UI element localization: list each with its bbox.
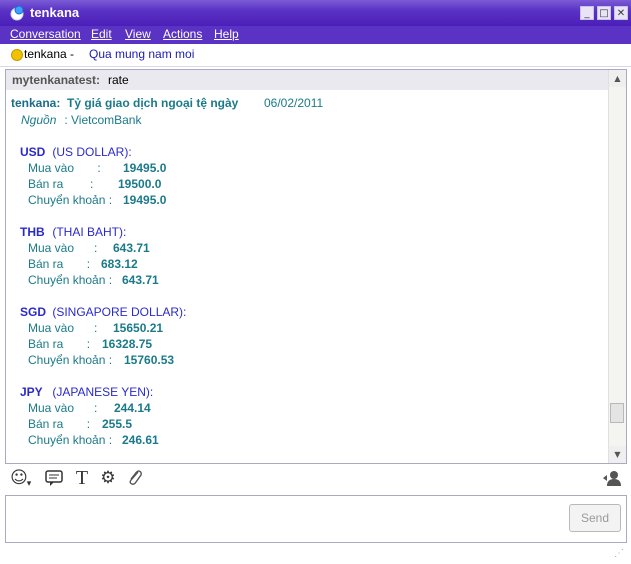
buy-value: 19495.0 <box>123 161 167 175</box>
app-icon <box>10 5 24 21</box>
buy-value: 244.14 <box>114 401 151 415</box>
transfer-label: Chuyển khoản : <box>28 433 113 447</box>
transfer-label: Chuyển khoản : <box>28 273 113 287</box>
sell-label: Bán ra : <box>28 177 94 191</box>
menu-help[interactable]: Help <box>214 27 239 41</box>
sell-label: Bán ra : <box>28 417 91 431</box>
buy-label: Mua vào : <box>28 401 98 415</box>
transfer-value: 643.71 <box>122 273 159 287</box>
sell-label: Bán ra : <box>28 337 91 351</box>
compose-toolbar <box>0 465 631 493</box>
currency-name: (US DOLLAR): <box>49 145 132 159</box>
sell-value: 683.12 <box>101 257 138 271</box>
source-label: Nguồn <box>21 113 57 127</box>
vertical-scrollbar[interactable]: ▲ ▼ <box>608 70 626 463</box>
sell-label: Bán ra : <box>28 257 91 271</box>
maximize-button[interactable]: □ <box>597 6 611 20</box>
sell-value: 255.5 <box>102 417 133 431</box>
source-value: : VietcomBank <box>61 113 142 127</box>
incoming-text: rate <box>108 73 129 87</box>
transfer-label: Chuyển khoản : <box>28 193 113 207</box>
title-bar[interactable]: tenkana _ □ ✕ <box>0 0 631 26</box>
transfer-value: 15760.53 <box>124 353 175 367</box>
scroll-down-button[interactable]: ▼ <box>609 446 626 463</box>
currency-code: SGD <box>20 305 47 319</box>
currency-code: THB <box>20 225 45 239</box>
transfer-value: 19495.0 <box>123 193 167 207</box>
menu-bar: Conversation Edit View Actions Help <box>0 26 631 44</box>
currency-code: USD <box>20 145 46 159</box>
message-input[interactable] <box>5 495 627 543</box>
font-icon[interactable]: T <box>72 468 92 488</box>
settings-icon[interactable]: ⚙ <box>98 468 118 488</box>
currency-name: (THAI BAHT): <box>49 225 127 239</box>
reply-heading: Tỷ giá giao dịch ngoại tệ ngày <box>67 96 239 110</box>
transfer-label: Chuyển khoản : <box>28 353 113 367</box>
sell-value: 16328.75 <box>102 337 153 351</box>
reply-sender: tenkana: <box>11 96 61 110</box>
menu-actions[interactable]: Actions <box>163 27 202 41</box>
incoming-sender: mytenkanatest: <box>12 73 101 87</box>
nudge-icon[interactable] <box>44 468 64 488</box>
currency-name: (JAPANESE YEN): <box>49 385 154 399</box>
chevron-down-icon[interactable]: ▾ <box>24 474 34 494</box>
close-button[interactable]: ✕ <box>614 6 628 20</box>
buy-label: Mua vào : <box>28 161 101 175</box>
status-icon <box>11 49 23 61</box>
incoming-message: mytenkanatest: rate <box>6 70 608 90</box>
menu-conversation[interactable]: Conversation <box>10 27 81 41</box>
contact-icon[interactable] <box>602 468 622 488</box>
menu-view[interactable]: View <box>125 27 151 41</box>
resize-grip-icon[interactable]: ⋰ <box>614 548 626 560</box>
status-message: Qua mung nam moi <box>89 47 195 61</box>
scroll-up-button[interactable]: ▲ <box>609 70 626 87</box>
scroll-thumb[interactable] <box>610 403 624 423</box>
send-button[interactable]: Send <box>569 504 621 532</box>
transfer-value: 246.61 <box>122 433 159 447</box>
buy-value: 643.71 <box>113 241 150 255</box>
attach-icon[interactable] <box>125 468 145 488</box>
buy-label: Mua vào : <box>28 321 98 335</box>
minimize-button[interactable]: _ <box>580 6 594 20</box>
sell-value: 19500.0 <box>118 177 162 191</box>
buy-value: 15650.21 <box>113 321 164 335</box>
buy-label: Mua vào : <box>28 241 98 255</box>
window-title: tenkana <box>30 5 80 20</box>
currency-code: JPY <box>20 385 43 399</box>
currency-name: (SINGAPORE DOLLAR): <box>49 305 187 319</box>
menu-edit[interactable]: Edit <box>91 27 112 41</box>
conversation-pane[interactable]: mytenkanatest: rate tenkana: Tỷ giá giao… <box>5 69 627 464</box>
reply-date: 06/02/2011 <box>264 96 324 110</box>
status-name: tenkana - <box>24 47 75 61</box>
